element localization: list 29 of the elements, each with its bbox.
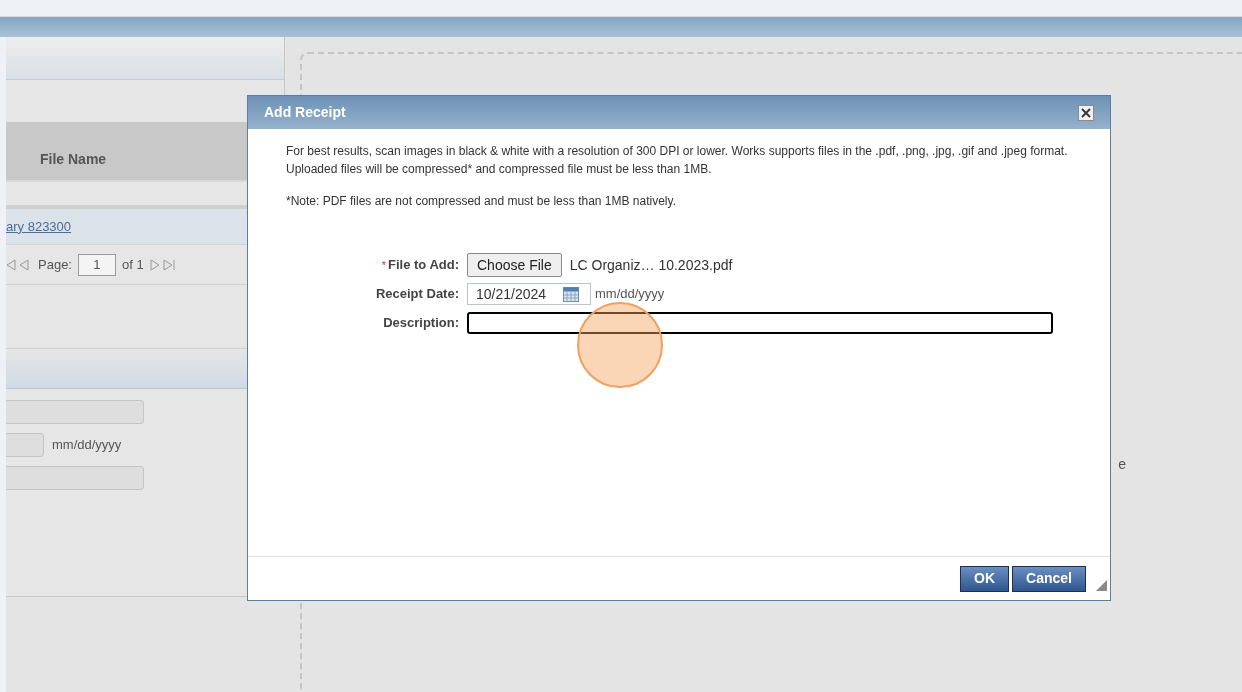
page-count-label: of 1 — [122, 255, 144, 274]
column-header: File Name — [40, 150, 107, 169]
dialog-title: Add Receipt — [264, 103, 346, 122]
input-field[interactable] — [6, 466, 144, 490]
field-label: File to Add: — [388, 256, 459, 275]
file-link[interactable]: ary 823300 — [6, 216, 72, 237]
close-button[interactable] — [1078, 104, 1094, 121]
input-field[interactable] — [6, 400, 144, 424]
date-field[interactable] — [6, 433, 44, 457]
required-mark: * — [381, 258, 386, 274]
page-label: Page: — [38, 255, 72, 274]
choose-file-button[interactable]: Choose File — [467, 253, 562, 277]
file-name: LC Organiz… 10.2023.pdf — [569, 255, 733, 275]
date-format-hint: mm/dd/yyyy — [52, 436, 122, 455]
page-number-field[interactable]: 1 — [78, 253, 116, 276]
ok-button[interactable]: OK — [960, 565, 1010, 592]
resize-grip-icon[interactable] — [1096, 580, 1107, 591]
instruction-text: For best results, scan images in black & white with a resolution of 300 DPI or lower. Works supports files in the .pdf, .png, .jpg, .gif and .jpeg format. Uploaded files will be compressed* and compressed file must be less than 1MB. — [286, 143, 1069, 178]
instruction-text: *Note: PDF files are not compressed and must be less than 1MB natively. — [286, 193, 677, 210]
cancel-button[interactable]: Cancel — [1012, 565, 1086, 592]
next-page-icons[interactable] — [149, 258, 176, 271]
date-format-hint: mm/dd/yyyy — [595, 285, 665, 304]
calendar-icon[interactable] — [563, 286, 579, 302]
field-label: Description: — [383, 314, 459, 333]
previous-page-icons[interactable] — [6, 258, 32, 271]
description-field[interactable] — [467, 312, 1053, 334]
background-text: e — [1118, 455, 1126, 474]
field-label: Receipt Date: — [375, 285, 459, 304]
date-field[interactable]: 10/21/2024 — [467, 283, 591, 305]
